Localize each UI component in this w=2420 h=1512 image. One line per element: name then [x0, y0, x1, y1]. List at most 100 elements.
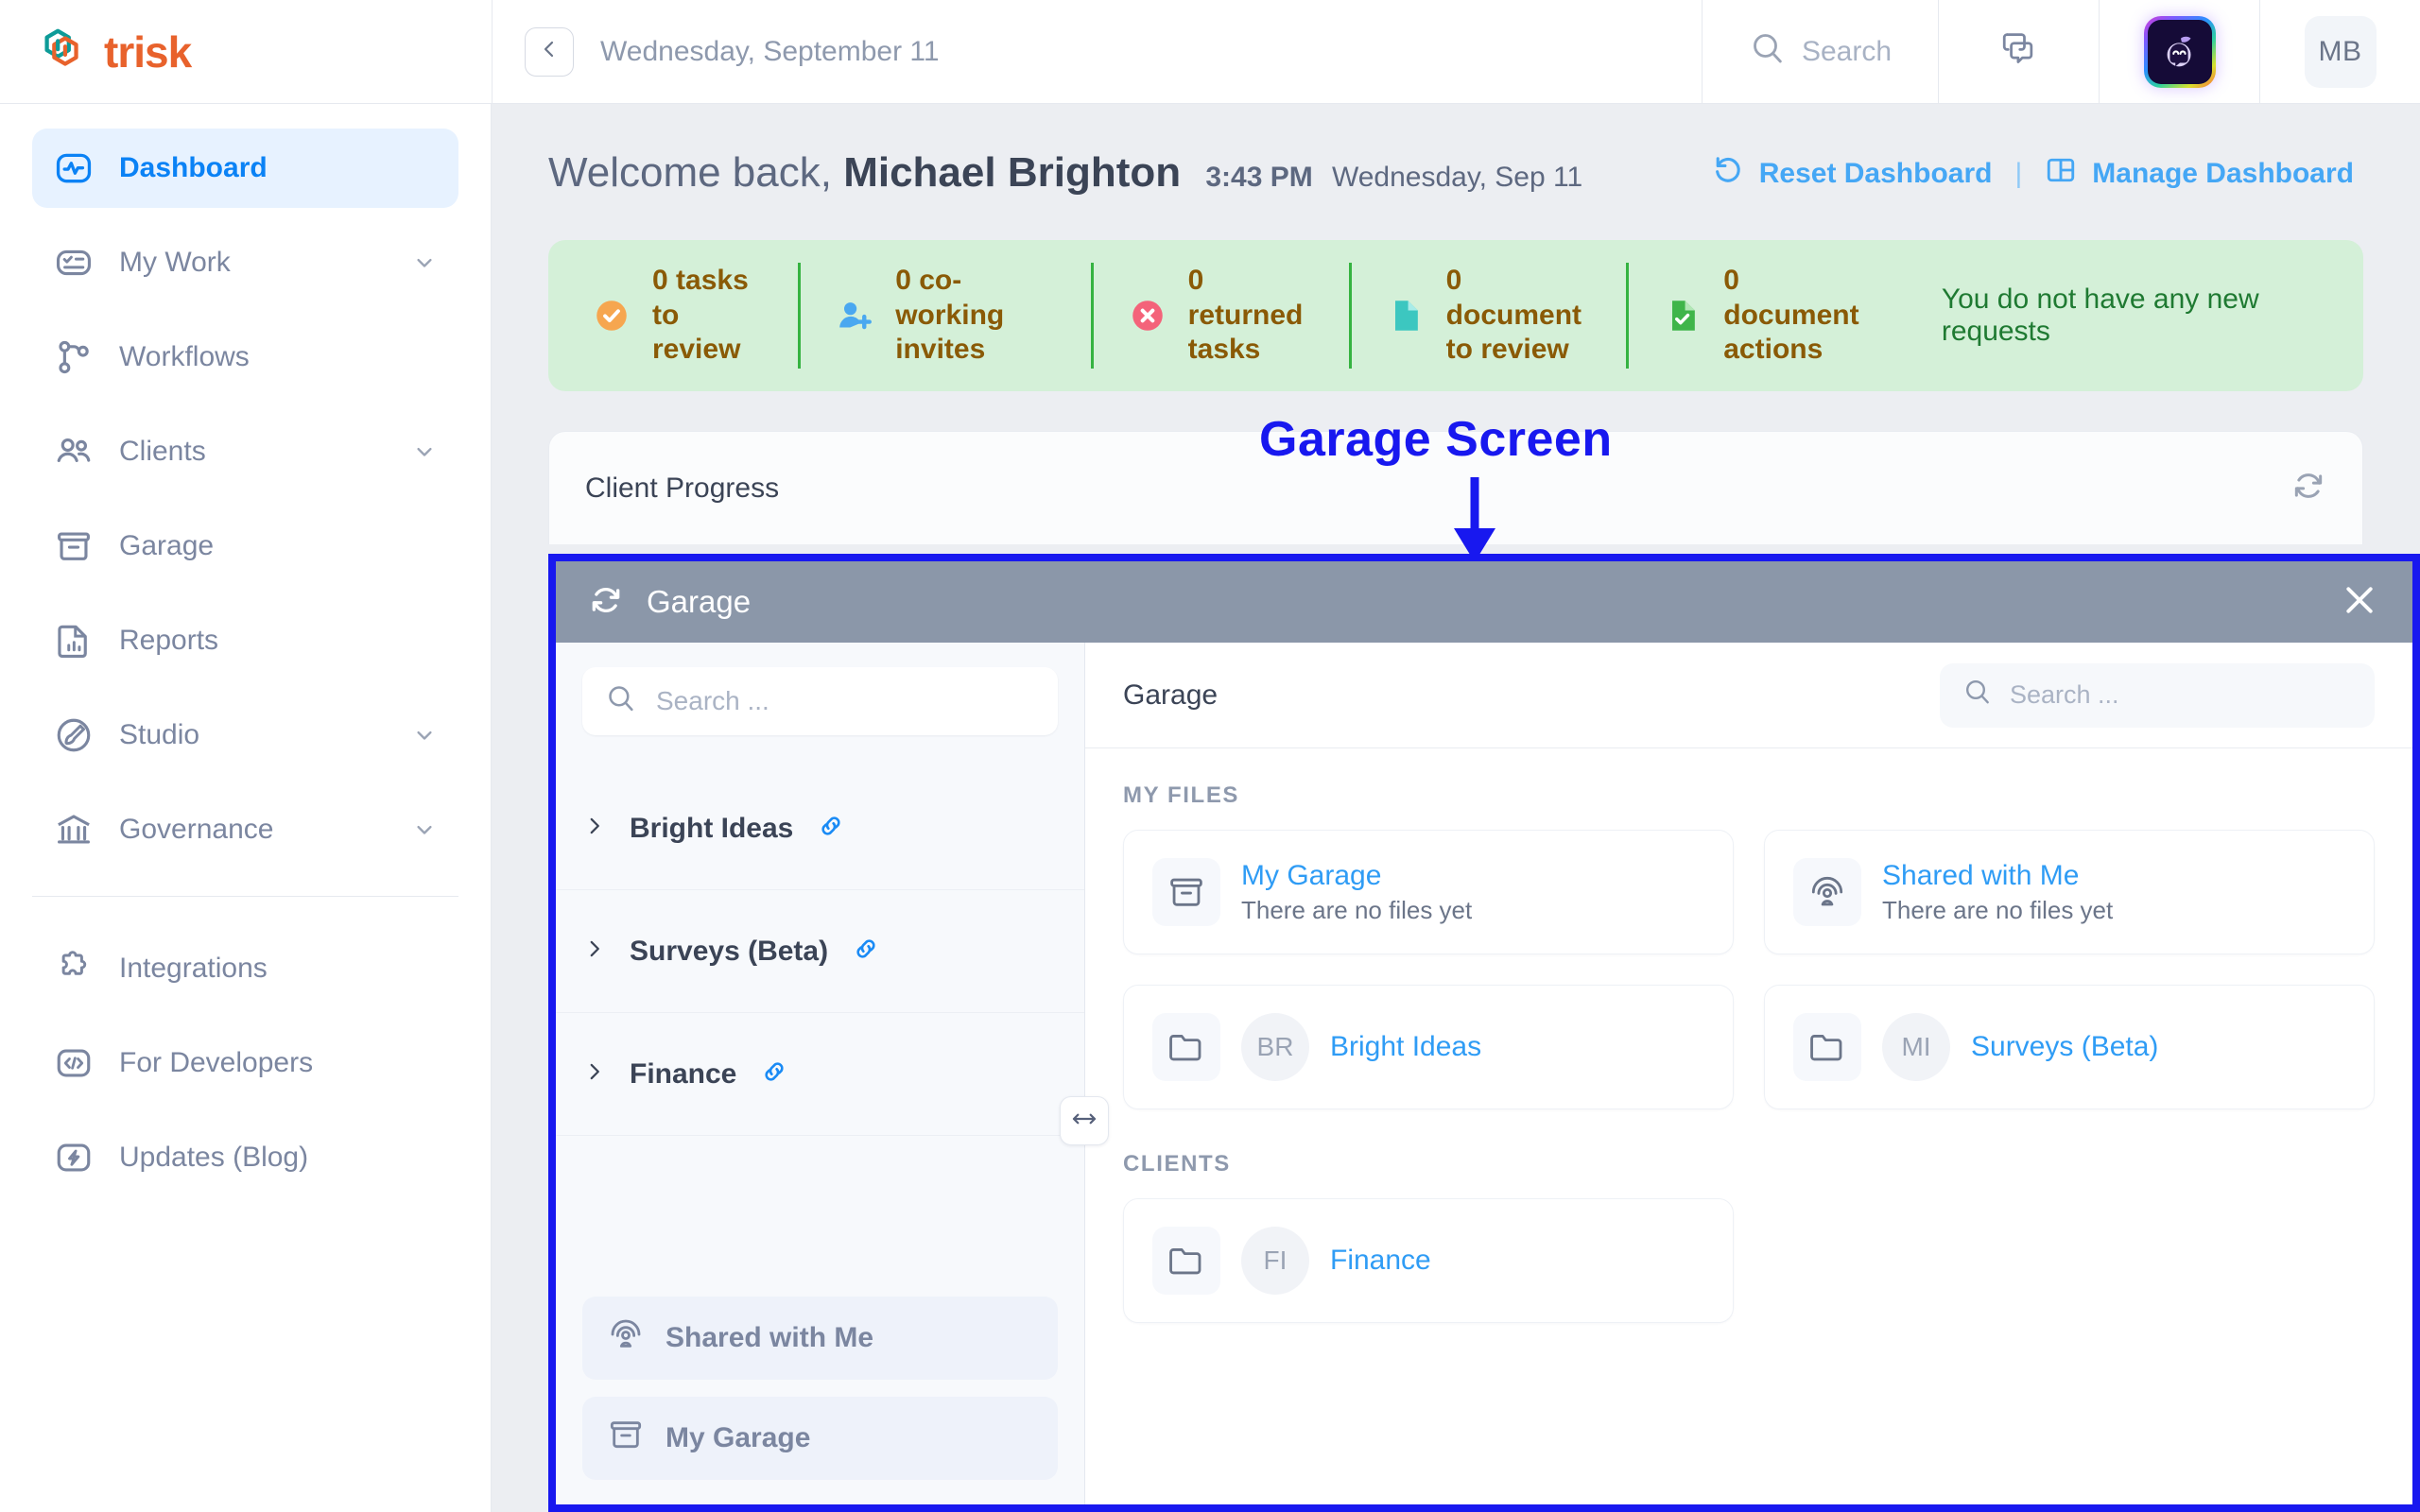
breadcrumb: Garage [1123, 679, 1219, 711]
tree-pill-shared-with-me[interactable]: Shared with Me [582, 1297, 1058, 1380]
tree-pill-my-garage[interactable]: My Garage [582, 1397, 1058, 1480]
sidebar-item-updates-blog[interactable]: Updates (Blog) [32, 1118, 458, 1197]
tree-row-bright-ideas[interactable]: Bright Ideas [556, 767, 1084, 890]
workflow-branch-icon [53, 336, 95, 378]
folder-icon [1152, 1227, 1220, 1295]
ai-assistant-button[interactable] [2099, 0, 2259, 104]
brand-logo[interactable]: trisk [0, 25, 492, 79]
chevron-down-icon[interactable] [411, 816, 438, 843]
chevron-right-icon[interactable] [582, 1059, 607, 1089]
folder-initials-badge: FI [1241, 1227, 1309, 1295]
sidebar-item-garage[interactable]: Garage [32, 507, 458, 586]
sidebar-item-for-developers[interactable]: For Developers [32, 1023, 458, 1103]
brand-name: trisk [104, 26, 192, 77]
search-icon [1962, 677, 1993, 713]
link-icon[interactable] [759, 1057, 789, 1091]
my-files-grid: My Garage There are no files yet Shared … [1123, 830, 2375, 1109]
file-card-my-garage[interactable]: My Garage There are no files yet [1123, 830, 1734, 954]
users-icon [53, 431, 95, 472]
banner-item-text: 0 document actions [1723, 264, 1872, 368]
file-card-title: Shared with Me [1882, 859, 2080, 891]
banner-item-returned-tasks[interactable]: 0 returned tasks [1090, 263, 1349, 369]
tree-row-label: Finance [630, 1057, 737, 1090]
section-label-clients: CLIENTS [1123, 1151, 1231, 1177]
chevron-right-icon[interactable] [582, 936, 607, 966]
document-check-icon [1661, 294, 1704, 337]
sidebar-item-dashboard[interactable]: Dashboard [32, 129, 458, 208]
brush-circle-icon [53, 714, 95, 756]
sidebar-item-label: Garage [119, 530, 215, 561]
tree-search-input[interactable]: Search ... [582, 667, 1058, 735]
shared-radar-icon [607, 1315, 645, 1361]
file-card-surveys-beta[interactable]: MI Surveys (Beta) [1764, 985, 2375, 1109]
tree-row-finance[interactable]: Finance [556, 1013, 1084, 1136]
chat-bubbles-icon [1998, 28, 2040, 75]
banner-item-count: 0 tasks [652, 265, 749, 297]
sidebar-item-label: Dashboard [119, 152, 268, 183]
top-bar: trisk Wednesday, September 11 Search MB [0, 0, 2420, 104]
close-x-icon[interactable] [2339, 579, 2380, 626]
refresh-icon[interactable] [588, 582, 624, 623]
welcome-header: Welcome back, Michael Brighton 3:43 PM W… [492, 104, 2420, 197]
content-search-input[interactable]: Search ... [1940, 662, 2375, 728]
archive-box-icon [1152, 858, 1220, 926]
banner-item-tasks-to-review[interactable]: 0 tasks to review [558, 263, 798, 369]
content-scroll-area: MY FILES My Garage There are no files ye… [1085, 748, 2412, 1504]
chevron-down-icon[interactable] [411, 438, 438, 465]
sidebar-item-reports[interactable]: Reports [32, 601, 458, 680]
reset-dashboard-button[interactable]: Reset Dashboard [1712, 154, 1993, 194]
sidebar-item-governance[interactable]: Governance [32, 790, 458, 869]
manage-dashboard-button[interactable]: Manage Dashboard [2045, 154, 2354, 194]
app-root: trisk Wednesday, September 11 Search MB … [0, 0, 2420, 1512]
page-title: Welcome back, Michael Brighton 3:43 PM W… [548, 149, 1582, 197]
sidebar-item-clients[interactable]: Clients [32, 412, 458, 491]
file-card-text: Shared with Me There are no files yet [1882, 860, 2113, 925]
sidebar-item-studio[interactable]: Studio [32, 696, 458, 775]
banner-item-sub: tasks [1187, 334, 1261, 366]
x-circle-icon [1126, 294, 1169, 337]
welcome-user-name: Michael Brighton [843, 149, 1182, 196]
sidebar-item-integrations[interactable]: Integrations [32, 929, 458, 1008]
archive-box-icon [53, 525, 95, 567]
banner-item-coworking-invites[interactable]: 0 co-working invites [798, 263, 1090, 369]
current-date-label: Wednesday, September 11 [600, 35, 940, 67]
sidebar-item-label: Studio [119, 719, 200, 750]
banner-item-document-actions[interactable]: 0 document actions [1626, 263, 1904, 369]
sidebar-item-workflows[interactable]: Workflows [32, 318, 458, 397]
chevron-down-icon[interactable] [411, 722, 438, 748]
document-chart-icon [53, 620, 95, 662]
garage-tree-list: Bright Ideas Surveys (Beta) Finance [556, 767, 1084, 1136]
activity-pulse-icon [53, 147, 95, 189]
action-divider: | [2014, 158, 2023, 189]
file-card-shared-with-me[interactable]: Shared with Me There are no files yet [1764, 830, 2375, 954]
chat-button[interactable] [1938, 0, 2099, 104]
chevron-right-icon[interactable] [582, 814, 607, 843]
sidebar-item-my-work[interactable]: My Work [32, 223, 458, 302]
sidebar-item-label: For Developers [119, 1047, 314, 1078]
user-avatar-button[interactable]: MB [2259, 0, 2420, 104]
ai-assistant-avatar-icon [2143, 15, 2216, 88]
link-icon[interactable] [851, 934, 881, 969]
tree-row-surveys-beta[interactable]: Surveys (Beta) [556, 890, 1084, 1013]
banner-item-count: 0 co-working [895, 265, 1005, 331]
lightning-bolt-icon [53, 1137, 95, 1178]
manage-dashboard-label: Manage Dashboard [2092, 158, 2354, 189]
banner-item-sub: to review [652, 299, 741, 366]
search-icon [1749, 29, 1787, 75]
requests-banner: 0 tasks to review 0 co-working invites 0… [548, 240, 2363, 391]
file-card-finance[interactable]: FI Finance [1123, 1198, 1734, 1323]
global-search-button[interactable]: Search [1702, 0, 1938, 104]
file-card-bright-ideas[interactable]: BR Bright Ideas [1123, 985, 1734, 1109]
link-icon[interactable] [816, 811, 846, 846]
tree-pill-label: Shared with Me [666, 1322, 874, 1353]
chevron-down-icon[interactable] [411, 249, 438, 276]
reset-dashboard-label: Reset Dashboard [1758, 158, 1993, 189]
panel-resize-handle[interactable] [1060, 1096, 1109, 1145]
back-button[interactable] [525, 26, 574, 77]
folder-initials-badge: MI [1882, 1013, 1950, 1081]
folder-icon [1152, 1013, 1220, 1081]
refresh-icon[interactable] [2290, 468, 2326, 508]
banner-item-document-to-review[interactable]: 0 document to review [1348, 263, 1627, 369]
welcome-greeting: Welcome back, [548, 149, 832, 196]
